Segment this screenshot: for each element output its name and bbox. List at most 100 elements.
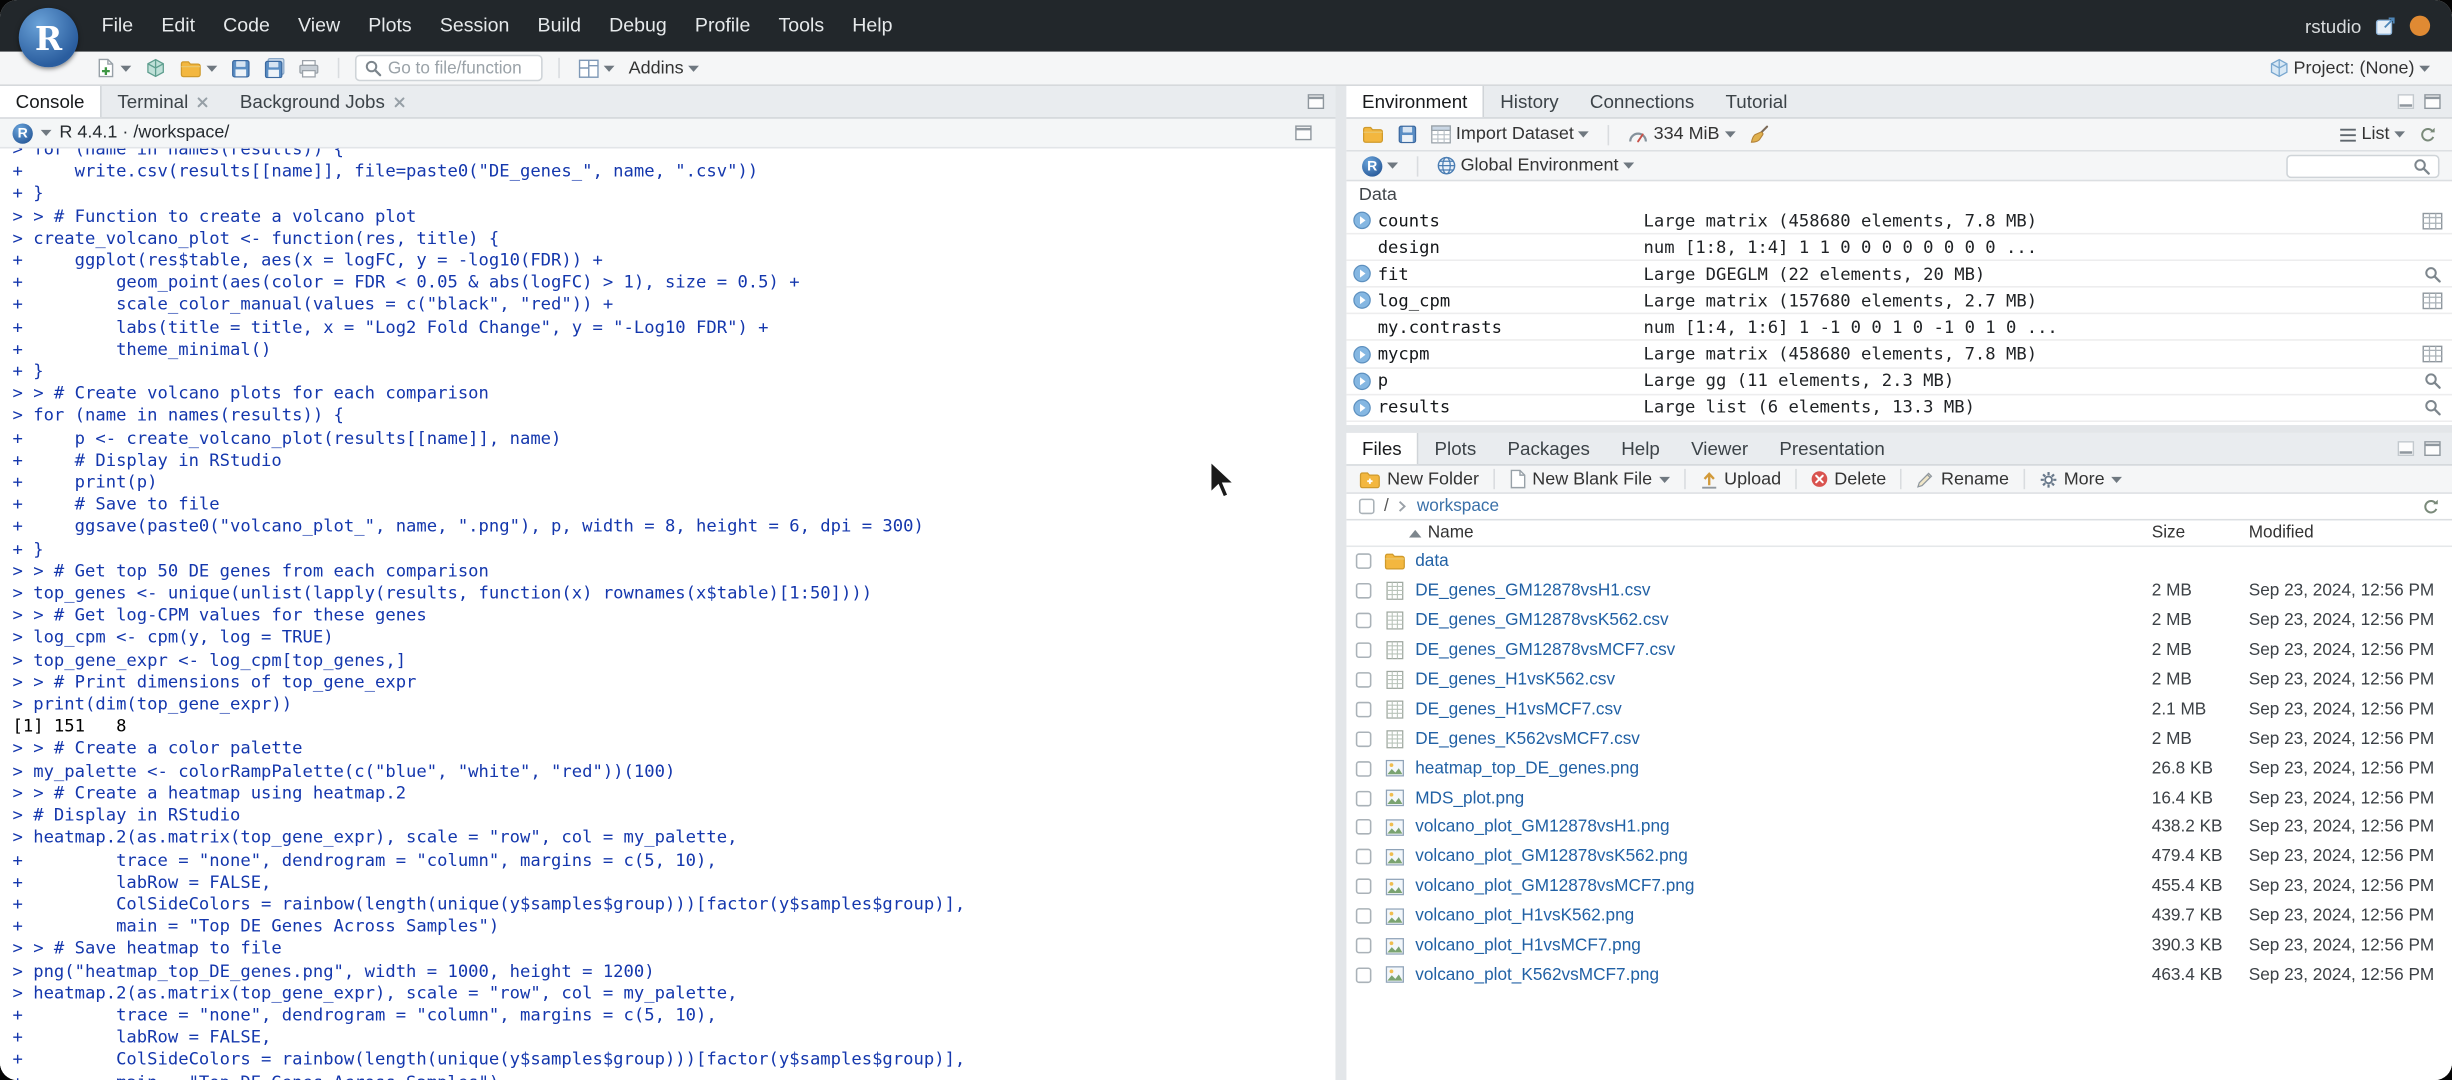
open-file-button[interactable] [177, 54, 221, 82]
inspect-object-icon[interactable] [2411, 399, 2452, 416]
env-row-fit[interactable]: fit Large DGEGLM (22 elements, 20 MB) [1346, 261, 2452, 289]
pane-splitter-vertical[interactable] [1335, 85, 1347, 1080]
file-row-volcano-plot-gm12878vsmcf7-png[interactable]: volcano_plot_GM12878vsMCF7.png 455.4 KB Se… [1346, 872, 2452, 902]
expand-object-icon[interactable] [1353, 211, 1372, 230]
view-data-icon[interactable] [2411, 345, 2452, 363]
import-dataset-button[interactable]: Import Dataset [1428, 120, 1593, 148]
inspect-object-icon[interactable] [2411, 265, 2452, 283]
new-project-button[interactable] [142, 54, 169, 82]
memory-usage-button[interactable]: 334 MiB [1625, 120, 1738, 148]
file-checkbox[interactable] [1355, 819, 1372, 836]
files-toolbar-delete[interactable]: Delete [1811, 470, 1886, 488]
file-name-link[interactable]: volcano_plot_H1vsMCF7.png [1415, 936, 2152, 955]
file-row-volcano-plot-k562vsmcf7-png[interactable]: volcano_plot_K562vsMCF7.png 463.4 KB Sep 2… [1346, 960, 2452, 990]
console-output-area[interactable]: > for (name in names(results)) {+ write.… [0, 148, 1335, 1080]
file-name-link[interactable]: volcano_plot_GM12878vsMCF7.png [1415, 877, 2152, 896]
load-workspace-button[interactable] [1359, 120, 1387, 148]
menu-item-file[interactable]: File [88, 0, 148, 52]
menu-item-plots[interactable]: Plots [354, 0, 426, 52]
files-tab-help[interactable]: Help [1606, 433, 1676, 464]
file-name-link[interactable]: DE_genes_H1vsK562.csv [1415, 671, 2152, 690]
maximize-pane-icon[interactable] [2424, 94, 2441, 110]
env-row-results[interactable]: results Large list (6 elements, 13.3 MB) [1346, 395, 2452, 422]
file-checkbox[interactable] [1355, 967, 1372, 983]
file-checkbox[interactable] [1355, 790, 1372, 806]
menu-item-view[interactable]: View [284, 0, 354, 52]
file-checkbox[interactable] [1355, 642, 1372, 659]
expand-object-icon[interactable] [1353, 371, 1372, 390]
menu-item-debug[interactable]: Debug [595, 0, 681, 52]
file-checkbox[interactable] [1355, 613, 1372, 629]
menu-item-edit[interactable]: Edit [147, 0, 209, 52]
file-row-data[interactable]: data [1346, 547, 2452, 577]
file-name-link[interactable]: DE_genes_GM12878vsMCF7.csv [1415, 641, 2152, 660]
print-button[interactable] [296, 54, 323, 82]
files-toolbar-upload[interactable]: Upload [1699, 470, 1781, 488]
environment-scope-selector[interactable]: Global Environment [1434, 152, 1637, 180]
user-avatar[interactable] [2409, 15, 2431, 36]
open-in-browser-icon[interactable] [2375, 16, 2395, 35]
file-row-de-genes-h1vsmcf7-csv[interactable]: DE_genes_H1vsMCF7.csv 2.1 MB Sep 23, 2024,… [1346, 695, 2452, 725]
env-row-p[interactable]: p Large gg (11 elements, 2.3 MB) [1346, 368, 2452, 395]
environment-search-input[interactable] [2295, 156, 2407, 176]
file-row-de-genes-k562vsmcf7-csv[interactable]: DE_genes_K562vsMCF7.csv 2 MB Sep 23, 2024,… [1346, 724, 2452, 754]
console-tab-terminal[interactable]: Terminal [102, 86, 225, 117]
file-row-volcano-plot-gm12878vsh1-png[interactable]: volcano_plot_GM12878vsH1.png 438.2 KB Sep … [1346, 813, 2452, 843]
maximize-pane-icon[interactable] [1307, 94, 1325, 110]
breadcrumb-workspace[interactable]: workspace [1417, 497, 1499, 516]
refresh-environment-button[interactable] [2416, 120, 2439, 148]
file-checkbox[interactable] [1355, 849, 1372, 865]
file-checkbox[interactable] [1355, 760, 1372, 777]
files-tab-files[interactable]: Files [1346, 432, 1419, 465]
save-all-button[interactable] [261, 54, 288, 82]
menu-item-code[interactable]: Code [209, 0, 284, 52]
save-workspace-button[interactable] [1395, 120, 1420, 148]
file-row-de-genes-gm12878vsh1-csv[interactable]: DE_genes_GM12878vsH1.csv 2 MB Sep 23, 2024… [1346, 577, 2452, 607]
addins-button[interactable]: Addins [626, 54, 703, 82]
environment-tab-connections[interactable]: Connections [1574, 86, 1710, 117]
files-tab-viewer[interactable]: Viewer [1675, 433, 1763, 464]
files-tab-presentation[interactable]: Presentation [1764, 433, 1901, 464]
column-header-name[interactable]: Name [1408, 524, 2152, 542]
clear-objects-button[interactable] [1746, 120, 1771, 148]
file-checkbox[interactable] [1355, 878, 1372, 895]
file-row-de-genes-gm12878vsk562-csv[interactable]: DE_genes_GM12878vsK562.csv 2 MB Sep 23, 20… [1346, 606, 2452, 636]
files-tab-packages[interactable]: Packages [1492, 433, 1606, 464]
file-name-link[interactable]: DE_genes_GM12878vsK562.csv [1415, 611, 2152, 630]
close-tab-icon[interactable] [198, 96, 209, 107]
save-button[interactable] [228, 54, 253, 82]
env-row-my-contrasts[interactable]: my.contrasts num [1:4, 1:6] 1 -1 0 0 1 0 … [1346, 315, 2452, 342]
column-header-modified[interactable]: Modified [2249, 524, 2452, 543]
select-all-checkbox[interactable] [1358, 498, 1375, 515]
environment-tab-environment[interactable]: Environment [1346, 85, 1485, 118]
breadcrumb-root[interactable]: / [1384, 497, 1389, 516]
view-data-icon[interactable] [2411, 212, 2452, 229]
menu-item-tools[interactable]: Tools [764, 0, 838, 52]
console-tab-console[interactable]: Console [0, 85, 102, 118]
minimize-pane-icon[interactable] [2397, 94, 2415, 110]
file-row-volcano-plot-h1vsmcf7-png[interactable]: volcano_plot_H1vsMCF7.png 390.3 KB Sep 23,… [1346, 931, 2452, 961]
file-row-de-genes-gm12878vsmcf7-csv[interactable]: DE_genes_GM12878vsMCF7.csv 2 MB Sep 23, 20… [1346, 636, 2452, 666]
refresh-files-icon[interactable] [2422, 498, 2439, 515]
inspect-object-icon[interactable] [2411, 372, 2452, 390]
pane-splitter-horizontal[interactable] [1346, 425, 2452, 433]
file-row-volcano-plot-gm12878vsk562-png[interactable]: volcano_plot_GM12878vsK562.png 479.4 KB Se… [1346, 842, 2452, 872]
environment-tab-tutorial[interactable]: Tutorial [1710, 86, 1803, 117]
file-name-link[interactable]: volcano_plot_GM12878vsH1.png [1415, 818, 2152, 837]
env-row-mycpm[interactable]: mycpm Large matrix (458680 elements, 7.8 … [1346, 341, 2452, 369]
file-name-link[interactable]: MDS_plot.png [1415, 789, 2152, 808]
menu-item-help[interactable]: Help [838, 0, 906, 52]
view-data-icon[interactable] [2411, 292, 2452, 309]
env-row-counts[interactable]: counts Large matrix (458680 elements, 7.8… [1346, 208, 2452, 235]
files-toolbar-new-folder[interactable]: New Folder [1359, 470, 1479, 488]
expand-object-icon[interactable] [1353, 291, 1372, 310]
file-row-de-genes-h1vsk562-csv[interactable]: DE_genes_H1vsK562.csv 2 MB Sep 23, 2024, 1… [1346, 665, 2452, 695]
menu-item-session[interactable]: Session [426, 0, 524, 52]
expand-object-icon[interactable] [1353, 345, 1372, 364]
file-name-link[interactable]: volcano_plot_GM12878vsK562.png [1415, 848, 2152, 867]
list-view-button[interactable]: List [2336, 120, 2408, 148]
file-checkbox[interactable] [1355, 553, 1372, 570]
file-checkbox[interactable] [1355, 583, 1372, 600]
file-checkbox[interactable] [1355, 672, 1372, 688]
env-row-log-cpm[interactable]: log_cpm Large matrix (157680 elements, 2.… [1346, 288, 2452, 315]
